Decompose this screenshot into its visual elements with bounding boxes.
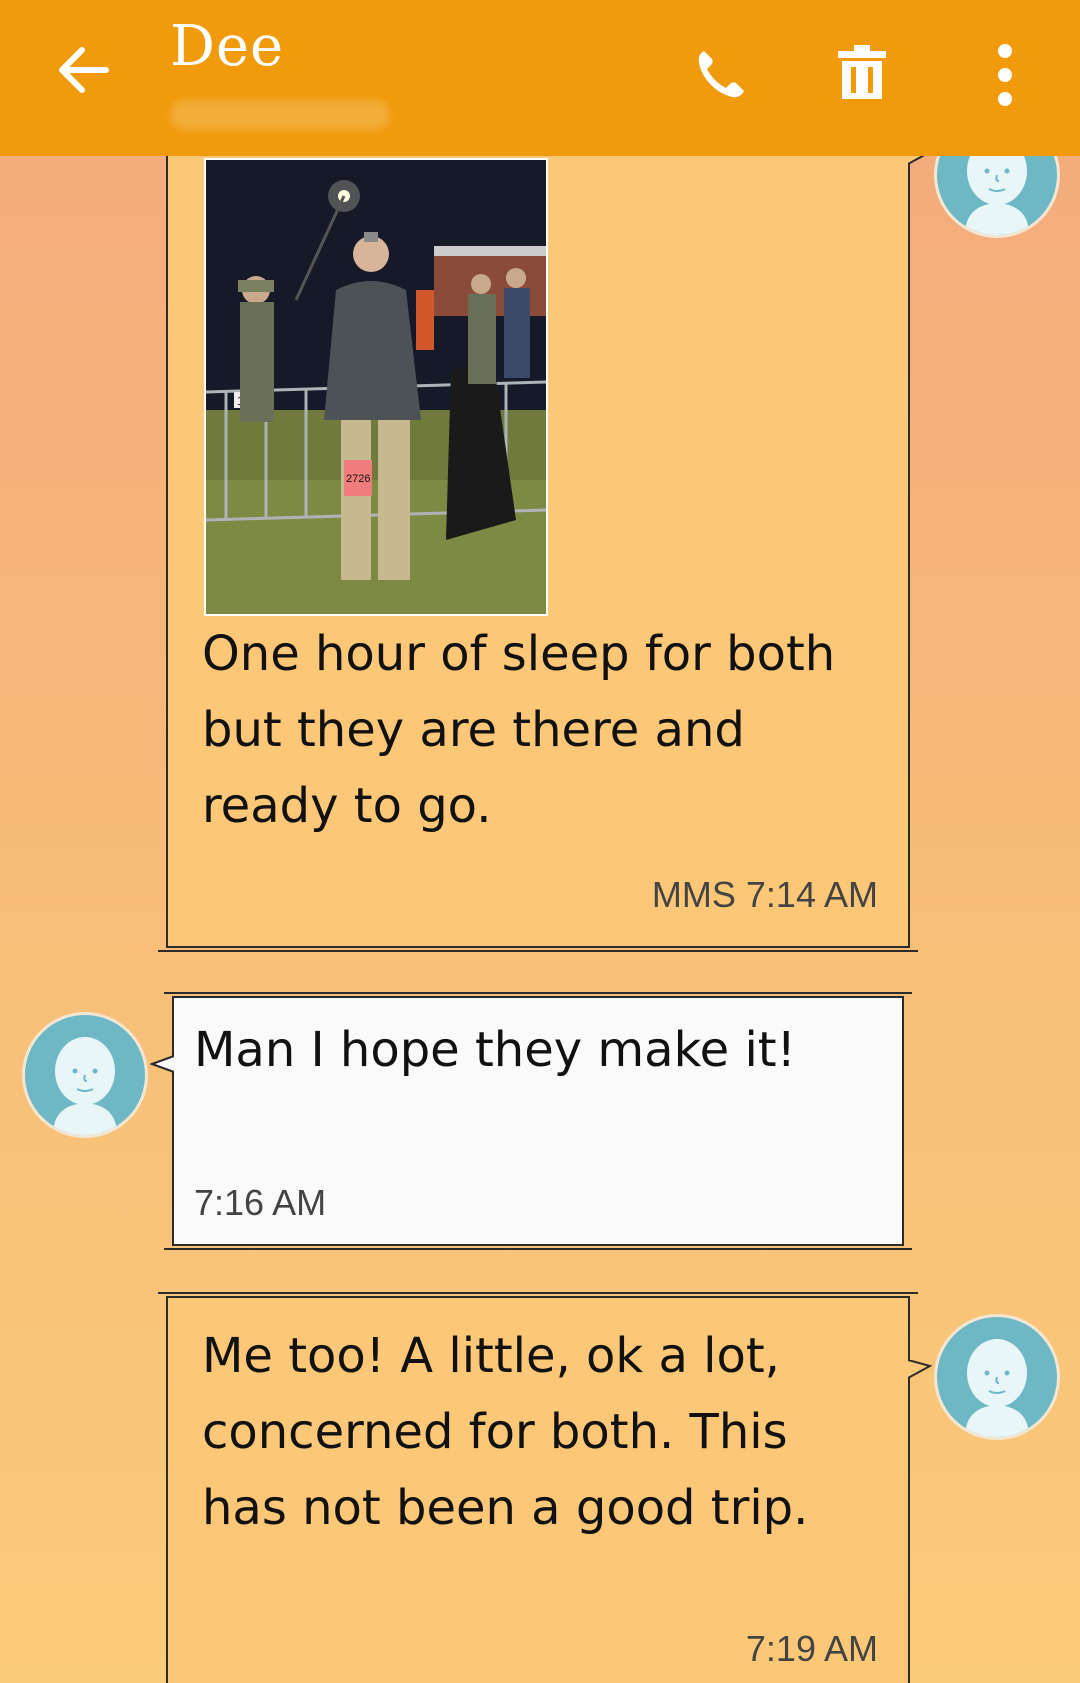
- message-text: Me too! A little, ok a lot, concerned fo…: [202, 1328, 809, 1536]
- message-text: Man I hope they make it!: [194, 1022, 796, 1078]
- message-thread[interactable]: 15 2726 One hour of sleep for both but t: [0, 156, 1080, 1683]
- person-avatar-icon: [965, 1339, 1029, 1437]
- bubble-tail: [908, 156, 925, 165]
- message-meta: MMS 7:14 AM: [652, 874, 878, 916]
- my-avatar[interactable]: [934, 1314, 1060, 1440]
- my-avatar[interactable]: [934, 156, 1060, 238]
- bubble-tail: [908, 1360, 932, 1379]
- photo-bib-number: 2726: [346, 473, 370, 485]
- delete-button[interactable]: [822, 35, 902, 115]
- message-text: One hour of sleep for both but they are …: [202, 626, 836, 834]
- message-bubble-sent[interactable]: Me too! A little, ok a lot, concerned fo…: [158, 1292, 932, 1683]
- app-header: Dee: [0, 0, 1080, 156]
- person-avatar-icon: [965, 156, 1029, 235]
- mms-photo[interactable]: 15 2726: [204, 158, 548, 616]
- more-vertical-icon: [998, 44, 1012, 106]
- contact-name[interactable]: Dee: [170, 14, 284, 79]
- message-type-label: MMS: [651, 874, 736, 915]
- back-button[interactable]: [48, 30, 128, 110]
- photo-image: 15 2726: [206, 160, 546, 614]
- phone-icon: [698, 51, 744, 98]
- trash-icon: [838, 45, 886, 99]
- message-time: 7:19 AM: [745, 1628, 878, 1669]
- more-options-button[interactable]: [965, 35, 1045, 115]
- call-button[interactable]: [680, 35, 760, 115]
- message-time: 7:14 AM: [745, 874, 878, 915]
- arrow-left-icon: [59, 47, 109, 93]
- message-bubble-received[interactable]: Man I hope they make it! 7:16 AM: [150, 992, 912, 1250]
- message-time: 7:16 AM: [194, 1182, 327, 1223]
- bubble-tail: [150, 1055, 174, 1073]
- person-avatar-icon: [53, 1037, 117, 1135]
- contact-avatar[interactable]: [22, 1012, 148, 1138]
- message-bubble-sent[interactable]: 15 2726 One hour of sleep for both but t: [158, 156, 925, 952]
- contact-subtitle-redacted: [170, 100, 390, 130]
